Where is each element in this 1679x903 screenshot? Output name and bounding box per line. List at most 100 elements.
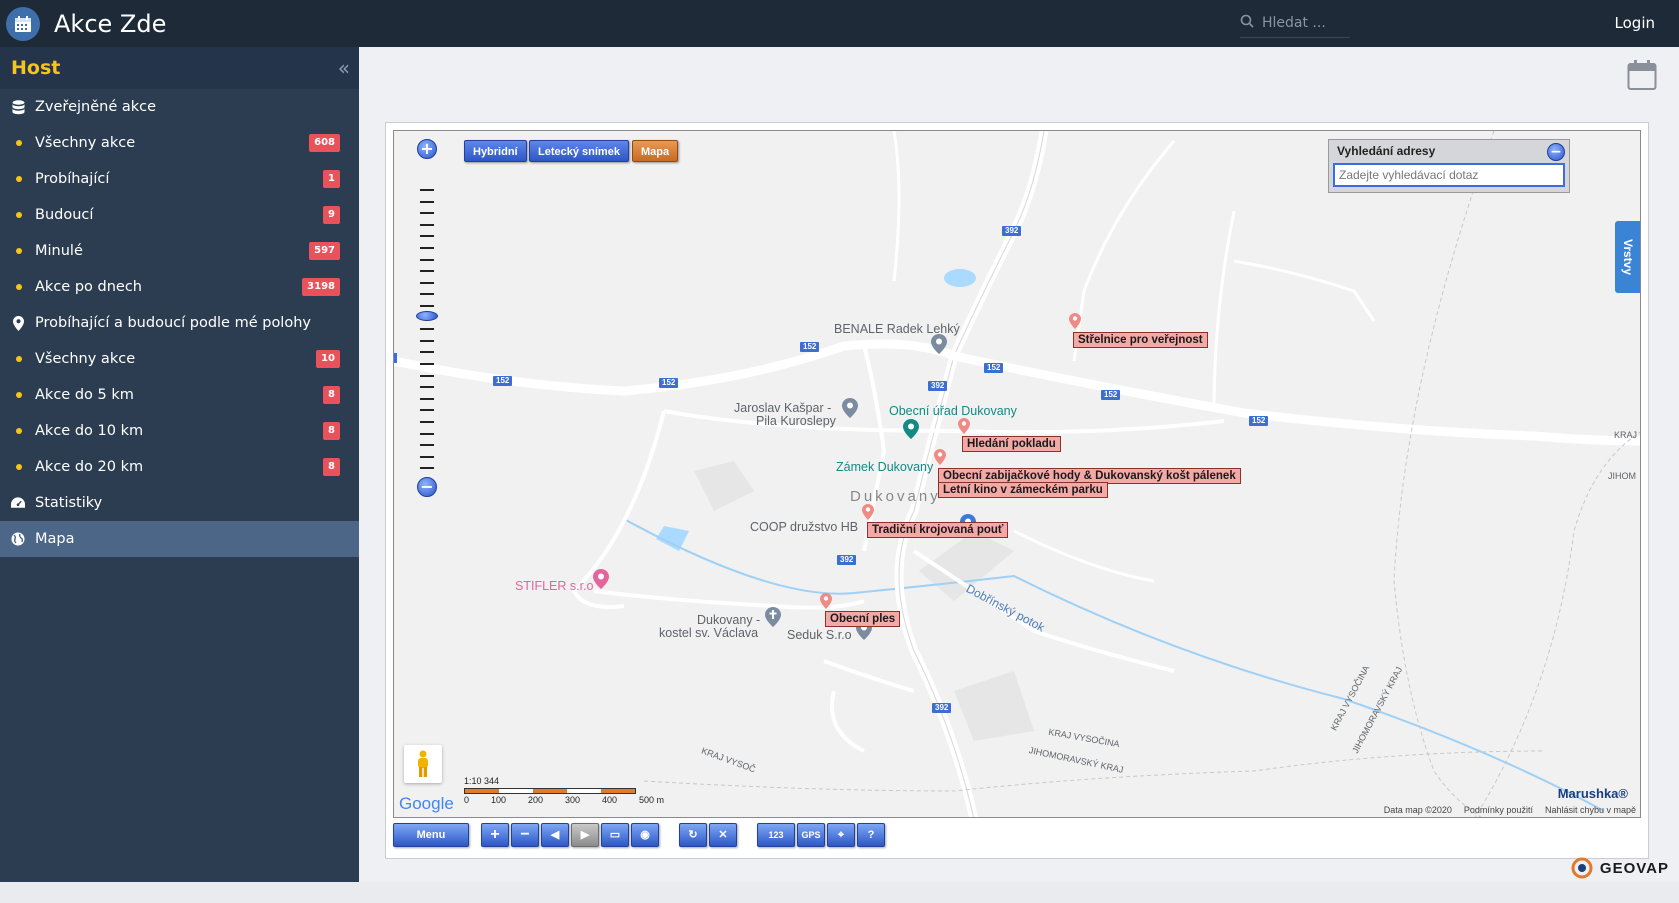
zoom-handle[interactable]	[416, 311, 438, 321]
nav-item-within-20km[interactable]: Akce do 20 km 8	[0, 449, 359, 485]
map-type-aerial-button[interactable]: Letecký snímek	[529, 140, 629, 162]
address-search-input[interactable]	[1333, 163, 1565, 187]
poi-label[interactable]: Dukovany -	[697, 613, 760, 627]
pan-back-icon[interactable]: ◀	[541, 823, 569, 847]
scale-tick: 400	[601, 795, 618, 805]
bullet-dot	[16, 176, 22, 182]
zoom-out-button[interactable]: −	[511, 823, 539, 847]
scale-tick: 200	[527, 795, 544, 805]
nav-item-map[interactable]: Mapa	[0, 521, 359, 557]
event-label[interactable]: Obecní ples	[825, 611, 901, 627]
menu-button[interactable]: Menu	[393, 823, 469, 847]
gps-button-label: GPS	[801, 830, 821, 840]
locate-crosshair-icon[interactable]: ⌖	[827, 823, 855, 847]
nav-item-label: Minulé	[35, 243, 83, 259]
map-canvas[interactable]: Hybridní Letecký snímek Mapa + − Vyhledá…	[393, 130, 1641, 818]
clear-icon[interactable]: ✕	[709, 823, 737, 847]
nav-item-statistics[interactable]: Statistiky	[0, 485, 359, 521]
event-label[interactable]: Střelnice pro veřejnost	[1073, 332, 1208, 348]
map-scale: 1:10 344 0 100 200 300 400 500 m	[464, 776, 664, 805]
event-pin-icon[interactable]	[862, 504, 874, 520]
zoom-tick	[420, 432, 434, 435]
nav-item-label: Všechny akce	[35, 135, 136, 151]
nav-item-within-5km[interactable]: Akce do 5 km 8	[0, 377, 359, 413]
bullet-dot	[16, 392, 22, 398]
poi-label[interactable]: STIFLER s.r.o	[515, 579, 594, 593]
zoom-in-icon[interactable]: +	[417, 139, 437, 159]
geovap-brand: GEOVAP	[1599, 859, 1669, 877]
count-badge: 8	[323, 458, 340, 476]
map-type-map-button[interactable]: Mapa	[632, 140, 679, 162]
layers-tab[interactable]: Vrstvy	[1615, 221, 1640, 293]
gps-button[interactable]: GPS	[797, 823, 825, 847]
poi-place-icon[interactable]	[842, 398, 858, 418]
nav-item-by-days[interactable]: Akce po dnech 3198	[0, 269, 359, 305]
zoom-out-icon[interactable]: −	[417, 477, 437, 497]
zoom-tick	[420, 258, 434, 261]
road-shield: 152	[659, 378, 679, 388]
nav-item-past[interactable]: Minulé 597	[0, 233, 359, 269]
nav-item-within-10km[interactable]: Akce do 10 km 8	[0, 413, 359, 449]
app-title[interactable]: Akce Zde	[54, 10, 166, 38]
collapse-sidebar-icon[interactable]: «	[338, 56, 350, 80]
terms-link[interactable]: Podmínky použití	[1464, 805, 1533, 815]
zoom-tick	[420, 351, 434, 354]
database-icon	[11, 99, 25, 115]
nav-item-nearby-all[interactable]: Všechny akce 10	[0, 341, 359, 377]
poi-label[interactable]: Jaroslav Kašpar -	[734, 401, 831, 415]
nav-item-label: Mapa	[35, 531, 75, 547]
zoom-tick	[420, 409, 434, 412]
geovap-logo-icon	[1571, 857, 1593, 879]
event-pin-icon[interactable]	[934, 449, 946, 465]
zoom-slider[interactable]: + −	[415, 139, 441, 499]
poi-label[interactable]: Pila Kuroslepy	[756, 414, 836, 428]
zoom-tick	[420, 444, 434, 447]
nav-item-ongoing[interactable]: Probíhající 1	[0, 161, 359, 197]
nav-item-upcoming[interactable]: Budoucí 9	[0, 197, 359, 233]
zoom-tick	[420, 212, 434, 215]
nav-item-label: Probíhající	[35, 171, 110, 187]
bullet-dot	[16, 248, 22, 254]
map-toolbar: Menu + − ◀ ▶ ▭ ◉ ↻ ✕ 123 GPS ⌖ ?	[393, 823, 1641, 849]
login-link[interactable]: Login	[1615, 14, 1655, 32]
event-label[interactable]: Letní kino v zámeckém parku	[938, 482, 1108, 498]
scale-ratio: 1:10 344	[464, 776, 500, 786]
region-label: KRAJ	[1614, 430, 1638, 440]
event-pin-icon[interactable]	[1069, 313, 1081, 329]
report-error-link[interactable]: Nahlásit chybu v mapě	[1545, 805, 1636, 815]
nav-group-by-location[interactable]: Probíhající a budoucí podle mé polohy	[0, 305, 359, 341]
poi-label[interactable]: kostel sv. Václava	[659, 626, 758, 640]
poi-label[interactable]: Seduk S.r.o	[787, 628, 852, 642]
search-input[interactable]	[1262, 14, 1340, 31]
poi-church-icon[interactable]	[765, 607, 781, 627]
nav-item-label: Budoucí	[35, 207, 94, 223]
poi-label[interactable]: COOP družstvo HB	[750, 520, 858, 534]
road-shield: 152	[1101, 390, 1121, 400]
count-badge: 9	[323, 206, 340, 224]
poi-shop-icon[interactable]	[931, 334, 947, 354]
count-badge: 597	[309, 242, 340, 260]
street-view-pegman-icon[interactable]	[404, 745, 442, 783]
zoom-in-button[interactable]: +	[481, 823, 509, 847]
event-pin-icon[interactable]	[820, 593, 832, 609]
map-type-hybrid-button[interactable]: Hybridní	[464, 140, 527, 162]
measure-icon[interactable]: 123	[757, 823, 795, 847]
full-extent-icon[interactable]: ◉	[631, 823, 659, 847]
poi-shop-pink-icon[interactable]	[593, 569, 609, 589]
calendar-logo-icon[interactable]	[6, 6, 40, 41]
poi-townhall-icon[interactable]	[903, 419, 919, 439]
event-pin-icon[interactable]	[958, 418, 970, 434]
nav-item-all-events[interactable]: Všechny akce 608	[0, 125, 359, 161]
event-label[interactable]: Tradiční krojovaná pouť	[867, 522, 1009, 538]
calendar-icon[interactable]	[1627, 59, 1657, 91]
event-label[interactable]: Hledání pokladu	[962, 436, 1061, 452]
zoom-box-icon[interactable]: ▭	[601, 823, 629, 847]
collapse-panel-icon[interactable]: −	[1547, 143, 1565, 161]
poi-label[interactable]: Zámek Dukovany	[836, 460, 933, 474]
help-button[interactable]: ?	[857, 823, 885, 847]
refresh-icon[interactable]: ↻	[679, 823, 707, 847]
pan-forward-icon[interactable]: ▶	[571, 823, 599, 847]
zoom-tick	[420, 189, 434, 191]
nav-group-published-events[interactable]: Zveřejněné akce	[0, 89, 359, 125]
poi-label[interactable]: Obecní úřad Dukovany	[889, 404, 1017, 418]
